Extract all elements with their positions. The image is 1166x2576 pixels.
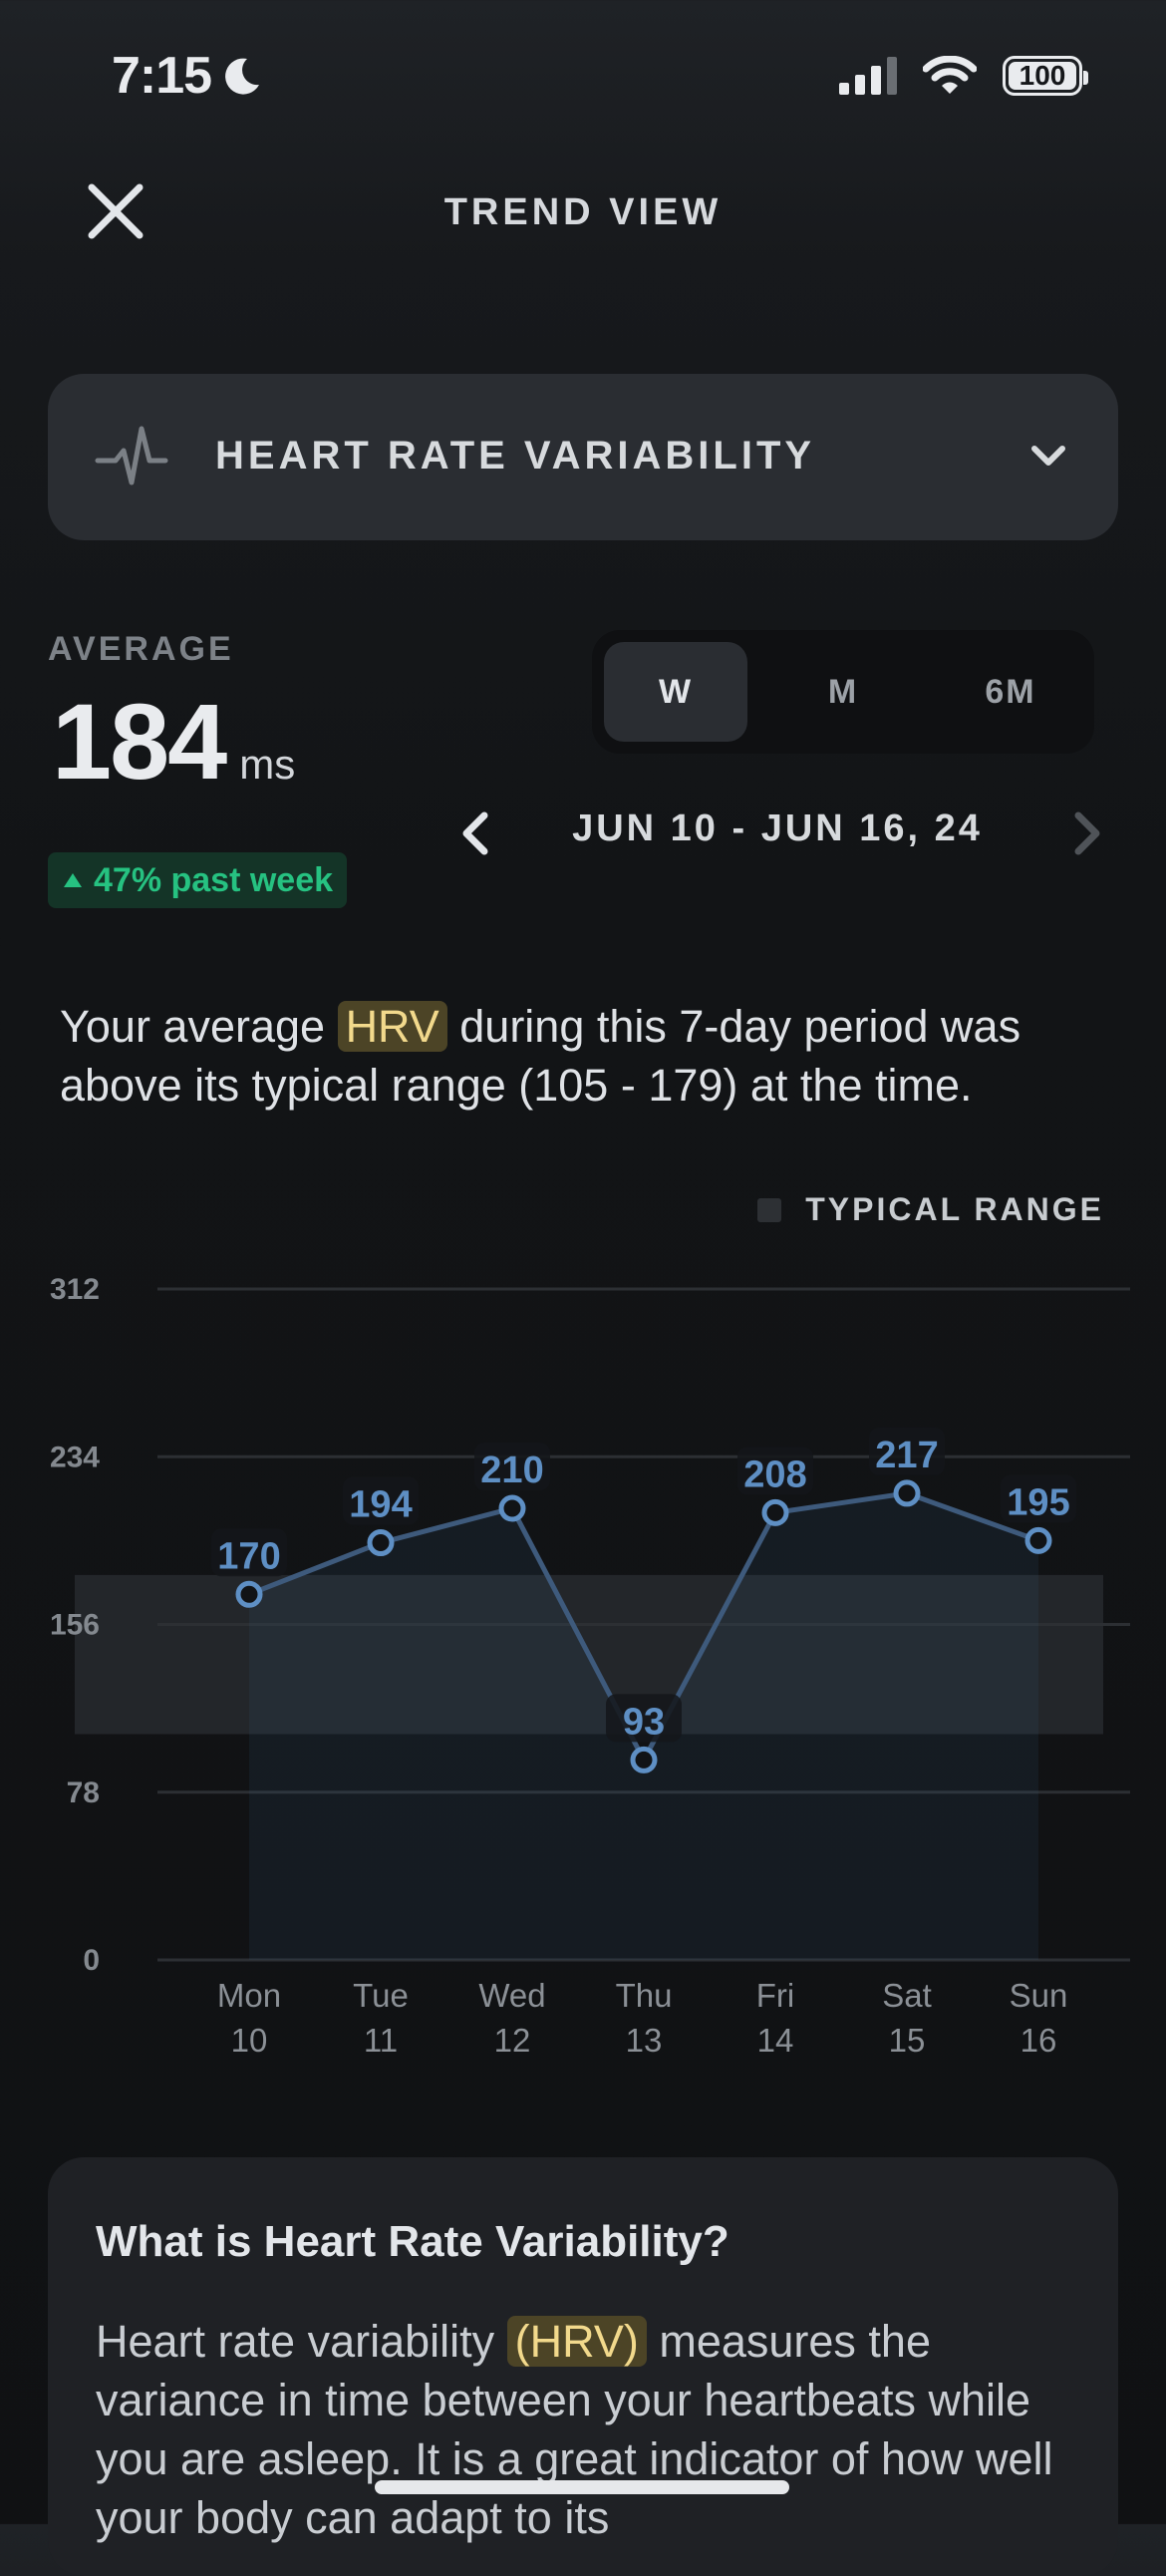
average-unit: ms: [239, 741, 296, 788]
arrow-up-icon: [64, 873, 82, 887]
average-value: 184 ms: [52, 688, 295, 796]
typical-range-label: TYPICAL RANGE: [805, 1191, 1104, 1227]
x-tick-day: Sun: [1010, 1977, 1068, 2014]
metric-dropdown[interactable]: HEART RATE VARIABILITY: [48, 374, 1118, 540]
period-week-button[interactable]: W: [604, 642, 747, 742]
status-time: 7:15: [112, 46, 263, 106]
date-range: JUN 10 - JUN 16, 24: [572, 807, 983, 849]
x-tick-day: Thu: [616, 1977, 673, 2014]
period-month-button[interactable]: M: [771, 642, 915, 742]
data-point: [498, 1494, 526, 1522]
change-text: 47% past week: [94, 860, 334, 899]
data-label: 170: [217, 1535, 280, 1577]
moon-icon: [225, 58, 260, 95]
x-tick-day: Mon: [217, 1977, 281, 2014]
data-label: 194: [349, 1484, 412, 1526]
x-tick-date: 16: [1020, 2022, 1057, 2059]
data-point: [893, 1479, 921, 1507]
y-tick-label: 312: [50, 1273, 100, 1306]
typical-range-swatch: [757, 1197, 782, 1222]
x-tick-date: 11: [364, 2022, 398, 2059]
chevron-right-icon[interactable]: [1056, 804, 1116, 863]
y-tick-label: 78: [67, 1776, 100, 1809]
data-label: 195: [1007, 1481, 1069, 1523]
wifi-icon: [923, 56, 977, 94]
data-label: 217: [875, 1435, 938, 1476]
data-label: 208: [743, 1453, 806, 1495]
period-6-month-button[interactable]: 6M: [939, 642, 1082, 742]
data-point: [630, 1746, 658, 1773]
average-label: AVERAGE: [48, 630, 234, 668]
cellular-signal-icon: [839, 57, 897, 95]
x-tick-date: 13: [626, 2022, 663, 2059]
data-point: [761, 1498, 789, 1526]
status-icons: 100: [839, 56, 1088, 96]
y-tick-label: 234: [50, 1441, 100, 1473]
x-tick-date: 15: [889, 2022, 926, 2059]
x-tick-date: 10: [231, 2022, 268, 2059]
summary-text: Your average HRV during this 7-day perio…: [60, 997, 1126, 1115]
battery-level: 100: [1019, 60, 1066, 91]
hrv-chart: 0 78 156 234 312 170 194 210 93 208 217 195 Mon 10 Tue…: [50, 1273, 1130, 2059]
summary-text-part1: Your average: [60, 1001, 338, 1052]
info-card: What is Heart Rate Variability? Heart ra…: [48, 2157, 1118, 2576]
status-time-text: 7:15: [112, 47, 212, 105]
chevron-down-icon: [1031, 446, 1065, 466]
period-toggle: W M 6M: [592, 630, 1094, 754]
info-title: What is Heart Rate Variability?: [96, 2217, 729, 2266]
info-hrv-highlight[interactable]: (HRV): [506, 2316, 647, 2367]
data-point: [235, 1580, 263, 1608]
battery-indicator: 100: [1003, 56, 1088, 96]
y-tick-label: 156: [50, 1609, 100, 1642]
chart-legend: TYPICAL RANGE: [757, 1191, 1104, 1228]
x-tick-day: Fri: [756, 1977, 794, 2014]
hrv-highlight[interactable]: HRV: [337, 1001, 447, 1052]
metric-label: HEART RATE VARIABILITY: [215, 434, 816, 478]
info-body-part1: Heart rate variability: [96, 2316, 507, 2367]
y-tick-label: 0: [83, 1944, 100, 1977]
chevron-left-icon[interactable]: [446, 804, 506, 863]
change-badge: 47% past week: [48, 852, 348, 908]
x-tick-day: Sat: [882, 1977, 932, 2014]
x-tick-day: Tue: [353, 1977, 409, 2014]
heart-rate-variability-icon: [95, 426, 168, 485]
data-label: 210: [480, 1449, 543, 1491]
page-title: TREND VIEW: [443, 191, 723, 233]
x-tick-date: 12: [494, 2022, 531, 2059]
x-tick-date: 14: [757, 2022, 794, 2059]
data-point: [1024, 1526, 1052, 1554]
info-body: Heart rate variability (HRV) measures th…: [96, 2312, 1092, 2547]
average-number: 184: [52, 681, 227, 802]
x-tick-day: Wed: [478, 1977, 545, 2014]
data-label: 93: [623, 1701, 665, 1743]
data-point: [367, 1529, 395, 1557]
home-indicator: [375, 2480, 789, 2494]
